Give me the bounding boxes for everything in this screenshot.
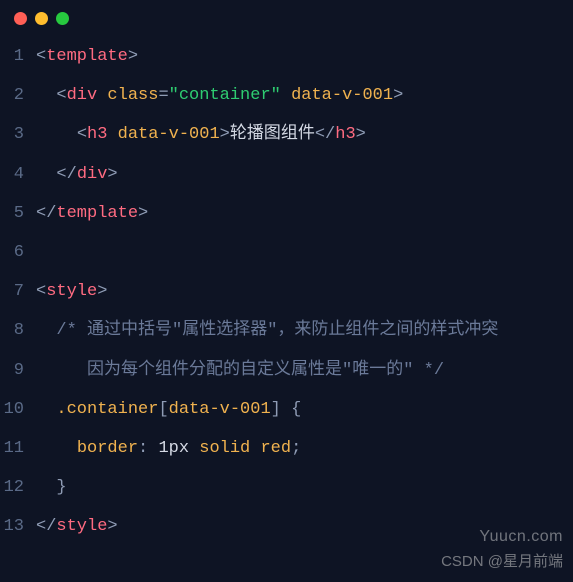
watermark-site: Yuucn.com <box>479 524 563 550</box>
line-number: 3 <box>0 121 36 148</box>
line-number: 10 <box>0 396 36 423</box>
code-content: <div class="container" data-v-001> <box>36 82 573 109</box>
code-content: .container[data-v-001] { <box>36 396 573 423</box>
code-line: 1<template> <box>0 37 573 76</box>
code-content: } <box>36 474 573 501</box>
code-content: </div> <box>36 161 573 188</box>
close-icon <box>14 12 27 25</box>
code-line: 9 因为每个组件分配的自定义属性是"唯一的" */ <box>0 351 573 390</box>
code-line: 11 border: 1px solid red; <box>0 429 573 468</box>
code-line: 5</template> <box>0 194 573 233</box>
code-editor: 1<template>2 <div class="container" data… <box>0 31 573 556</box>
code-line: 3 <h3 data-v-001>轮播图组件</h3> <box>0 115 573 154</box>
watermark-credit: CSDN @星月前端 <box>441 550 563 574</box>
minimize-icon <box>35 12 48 25</box>
code-line: 12 } <box>0 468 573 507</box>
line-number: 9 <box>0 357 36 384</box>
code-content: /* 通过中括号"属性选择器"，来防止组件之间的样式冲突 <box>36 317 573 344</box>
line-number: 12 <box>0 474 36 501</box>
line-number: 13 <box>0 513 36 540</box>
line-number: 8 <box>0 317 36 344</box>
line-number: 5 <box>0 200 36 227</box>
window-traffic-lights <box>0 0 573 31</box>
code-content: <style> <box>36 278 573 305</box>
line-number: 4 <box>0 161 36 188</box>
code-content <box>36 239 573 266</box>
code-content: </template> <box>36 200 573 227</box>
code-line: 7<style> <box>0 272 573 311</box>
line-number: 11 <box>0 435 36 462</box>
zoom-icon <box>56 12 69 25</box>
line-number: 1 <box>0 43 36 70</box>
code-content: <h3 data-v-001>轮播图组件</h3> <box>36 121 573 148</box>
line-number: 7 <box>0 278 36 305</box>
code-content: border: 1px solid red; <box>36 435 573 462</box>
line-number: 6 <box>0 239 36 266</box>
code-line: 2 <div class="container" data-v-001> <box>0 76 573 115</box>
code-content: 因为每个组件分配的自定义属性是"唯一的" */ <box>36 357 573 384</box>
line-number: 2 <box>0 82 36 109</box>
code-line: 8 /* 通过中括号"属性选择器"，来防止组件之间的样式冲突 <box>0 311 573 350</box>
code-line: 4 </div> <box>0 155 573 194</box>
code-line: 10 .container[data-v-001] { <box>0 390 573 429</box>
code-content: <template> <box>36 43 573 70</box>
code-line: 6 <box>0 233 573 272</box>
